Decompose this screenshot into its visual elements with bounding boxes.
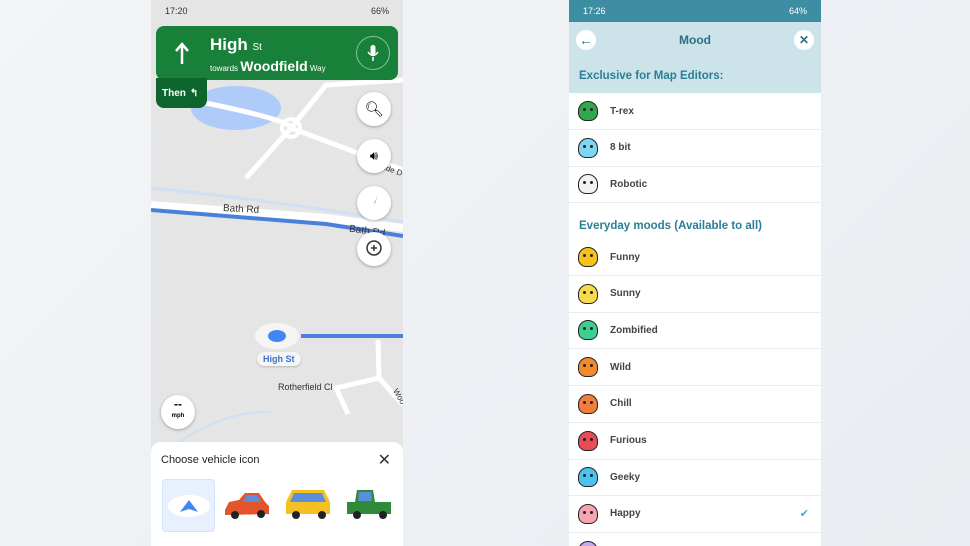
mood-item[interactable]: Happy ✔ bbox=[569, 496, 821, 533]
status-time: 17:26 bbox=[583, 6, 606, 16]
mood-avatar-icon bbox=[578, 540, 598, 546]
search-button[interactable]: 🔍︎ bbox=[357, 92, 391, 126]
mood-label: Funny bbox=[610, 251, 640, 263]
mood-label: Happy bbox=[610, 508, 641, 520]
speed-value: -- bbox=[174, 397, 182, 411]
vehicle-option-yellow-suv[interactable] bbox=[284, 484, 332, 524]
mood-item[interactable]: 8 bit bbox=[569, 130, 821, 167]
navigation-arrow-icon bbox=[179, 499, 198, 512]
mood-avatar-icon bbox=[578, 283, 598, 304]
close-button[interactable]: ✕ bbox=[794, 30, 814, 50]
mood-avatar-icon bbox=[578, 430, 598, 451]
mood-item[interactable]: Zombified bbox=[569, 312, 821, 350]
mood-label: 8 bit bbox=[610, 142, 631, 154]
mood-avatar-icon bbox=[578, 101, 598, 121]
mood-avatar-icon bbox=[578, 467, 598, 488]
status-bar: 17:20 66% bbox=[151, 0, 403, 22]
mood-label: Wild bbox=[610, 361, 632, 373]
mood-item[interactable] bbox=[569, 533, 821, 546]
mood-avatar-icon bbox=[578, 357, 598, 378]
section-header: Exclusive for Map Editors: bbox=[569, 58, 821, 93]
mood-avatar-icon bbox=[578, 174, 598, 195]
vehicle-option-red-car[interactable] bbox=[223, 484, 271, 524]
checkmark-icon: ✔ bbox=[799, 508, 809, 521]
volume-button[interactable]: 🔊︎ bbox=[357, 139, 391, 173]
turn-left-icon: ↰ bbox=[189, 87, 199, 99]
speed-unit: mph bbox=[171, 413, 185, 419]
road-label: Rotherfield Cl bbox=[278, 382, 333, 392]
mood-label: Zombified bbox=[610, 324, 658, 336]
mood-label: T-rex bbox=[610, 105, 634, 117]
mood-avatar-icon bbox=[578, 320, 598, 341]
mood-item[interactable]: Robotic bbox=[569, 166, 821, 204]
current-location-icon bbox=[268, 330, 286, 342]
navigation-instruction-card[interactable]: High St towards Woodfield Way bbox=[156, 26, 398, 80]
mood-avatar-icon bbox=[578, 137, 598, 158]
mood-item[interactable]: Funny bbox=[569, 239, 821, 276]
nav-towards-street: Woodfield bbox=[240, 58, 308, 74]
status-battery: 64% bbox=[788, 6, 807, 16]
arrow-left-icon: ← bbox=[579, 32, 593, 48]
mood-item[interactable]: Geeky bbox=[569, 459, 821, 497]
mood-item[interactable]: T-rex bbox=[569, 93, 821, 130]
vehicle-option-arrow[interactable] bbox=[162, 479, 215, 532]
mood-item[interactable]: Sunny bbox=[569, 276, 821, 313]
mood-item[interactable]: Furious bbox=[569, 423, 821, 460]
speedometer: -- mph bbox=[161, 395, 195, 429]
google-maps-screen: Bath Rd Bath Rd ide D Rotherfield Cl Woo… bbox=[151, 0, 403, 546]
waze-mood-screen: 17:26 64% ← Mood ✕ Exclusive for Map Edi… bbox=[569, 0, 821, 546]
status-battery: 66% bbox=[370, 6, 389, 16]
mood-label: Geeky bbox=[610, 471, 641, 483]
microphone-button[interactable] bbox=[356, 36, 390, 70]
compass-button[interactable] bbox=[357, 186, 391, 220]
mood-avatar-icon bbox=[578, 503, 598, 524]
header: ← Mood ✕ bbox=[569, 22, 821, 58]
mood-label: Sunny bbox=[610, 288, 641, 300]
page-title: Mood bbox=[679, 33, 711, 47]
close-icon: ✕ bbox=[798, 33, 810, 47]
compass-icon bbox=[370, 195, 378, 211]
add-report-icon bbox=[366, 240, 382, 256]
mood-item[interactable]: Chill bbox=[569, 386, 821, 423]
mood-label: Robotic bbox=[610, 178, 648, 190]
nav-towards-label: towards bbox=[210, 64, 239, 73]
then-label: Then bbox=[162, 87, 186, 99]
mood-avatar-icon bbox=[578, 247, 598, 267]
mood-label: Furious bbox=[610, 435, 647, 446]
status-time: 17:20 bbox=[165, 6, 188, 16]
vehicle-option-green-truck[interactable] bbox=[345, 484, 393, 524]
current-street-label: High St bbox=[257, 352, 301, 366]
add-report-button[interactable] bbox=[357, 232, 391, 266]
back-button[interactable]: ← bbox=[576, 30, 596, 50]
nav-towards-suffix: Way bbox=[309, 64, 326, 73]
arrow-up-icon bbox=[175, 42, 189, 64]
microphone-icon bbox=[367, 45, 379, 61]
close-icon[interactable]: ✕ bbox=[378, 450, 391, 470]
search-icon: 🔍︎ bbox=[364, 101, 384, 118]
then-instruction: Then ↰ bbox=[156, 78, 207, 108]
nav-street-suffix: St bbox=[252, 42, 262, 53]
nav-street: High bbox=[210, 35, 248, 54]
volume-icon: 🔊︎ bbox=[369, 148, 379, 163]
mood-avatar-icon bbox=[578, 393, 598, 414]
sheet-title: Choose vehicle icon bbox=[161, 454, 260, 466]
mood-label: Chill bbox=[610, 398, 632, 410]
mood-item[interactable]: Wild bbox=[569, 349, 821, 387]
road-label: Bath Rd bbox=[222, 203, 260, 216]
status-bar: 17:26 64% bbox=[569, 0, 821, 22]
